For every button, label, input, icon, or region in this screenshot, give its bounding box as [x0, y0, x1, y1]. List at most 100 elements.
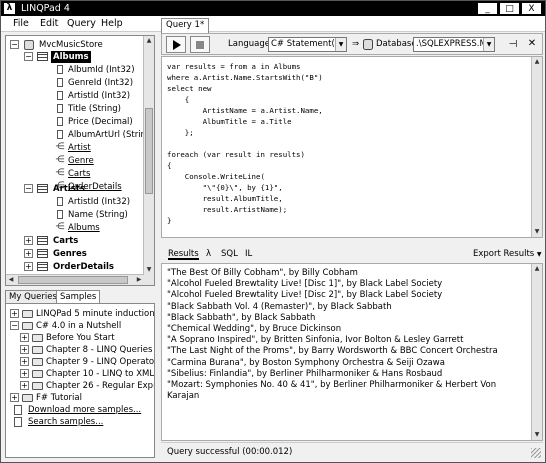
scroll-up-arrow-icon[interactable]: ▲	[144, 36, 154, 46]
query-tab-strip: Query 1*	[161, 18, 543, 33]
export-results-button[interactable]: Export Results ▼	[473, 248, 542, 260]
table-name: Genres	[53, 249, 87, 259]
code-line: AlbumTitle = a.Title	[167, 117, 292, 126]
database-name: MvcMusicStore	[39, 40, 103, 50]
menu-edit[interactable]: Edit	[40, 18, 58, 30]
collapse-toggle[interactable]: −	[10, 40, 19, 49]
table-icon	[37, 249, 48, 258]
table-icon	[37, 52, 48, 61]
column-icon	[57, 91, 63, 100]
tree-toggle[interactable]: +	[20, 333, 29, 342]
tree-toggle[interactable]: +	[10, 309, 19, 318]
tab-sql[interactable]: SQL	[221, 248, 238, 260]
chevron-down-icon: ▼	[536, 251, 542, 258]
chevron-down-icon: ▼	[335, 38, 346, 51]
tree-node-label: Artist	[68, 143, 91, 153]
tab-il[interactable]: IL	[245, 248, 252, 260]
sample-label: F# Tutorial	[36, 393, 82, 403]
resize-grip-icon[interactable]	[531, 448, 541, 458]
tree-node-label: Name (String)	[68, 210, 128, 220]
minimize-button[interactable]: _	[477, 2, 498, 15]
tree-toggle[interactable]: +	[20, 369, 29, 378]
export-results-label: Export Results	[473, 249, 535, 259]
scroll-up-arrow-icon[interactable]: ▲	[532, 57, 542, 67]
table-name-artists: Artists	[53, 184, 85, 194]
table-icon	[37, 184, 48, 193]
tree-toggle[interactable]: +	[20, 381, 29, 390]
tree-node-label: AlbumArtUrl (String)	[68, 130, 155, 140]
code-line: "\"{0}\", by {1}",	[167, 183, 283, 192]
run-query-button[interactable]	[166, 36, 186, 53]
database-icon	[363, 39, 373, 50]
results-vertical-scrollbar[interactable]: ▲ ▼	[531, 264, 542, 440]
result-line: "A Soprano Inspired", by Britten Sinfoni…	[167, 335, 464, 346]
expand-toggle[interactable]: +	[24, 249, 33, 258]
folder-icon	[32, 370, 43, 378]
scroll-up-arrow-icon[interactable]: ▲	[532, 264, 542, 274]
collapse-toggle[interactable]: −	[24, 184, 33, 193]
sample-label: Before You Start	[46, 333, 115, 343]
status-bar: Query successful (00:00.012)	[161, 442, 543, 460]
code-line: };	[167, 128, 194, 137]
document-icon	[14, 417, 22, 427]
scroll-thumb[interactable]	[18, 276, 128, 284]
scroll-down-arrow-icon[interactable]: ▼	[532, 227, 542, 237]
tree-node-label: Albums	[68, 223, 100, 233]
tab-results[interactable]: Results	[168, 248, 199, 260]
tree-toggle[interactable]: +	[20, 357, 29, 366]
menu-query[interactable]: Query	[67, 18, 96, 30]
tree-horizontal-scrollbar[interactable]: ◀ ▶	[6, 274, 144, 285]
expand-toggle[interactable]: +	[24, 236, 33, 245]
sample-label: Search samples...	[28, 417, 104, 427]
code-line: ArtistName = a.Artist.Name,	[167, 106, 323, 115]
database-label: Database	[376, 39, 417, 49]
tree-vertical-scrollbar[interactable]: ▲ ▼	[143, 36, 154, 285]
editor-vertical-scrollbar[interactable]: ▲ ▼	[531, 57, 542, 237]
results-tab-strip: Results λ SQL IL Export Results ▼	[161, 246, 543, 262]
tree-toggle[interactable]: +	[20, 345, 29, 354]
database-arrow: ⇒	[352, 39, 360, 49]
folder-icon	[32, 358, 43, 366]
menu-file[interactable]: File	[13, 18, 29, 30]
language-select[interactable]: C# Statement(s) ▼	[268, 37, 347, 52]
linqpad-app-icon: λ	[4, 3, 15, 14]
stop-icon	[196, 41, 204, 49]
menu-help[interactable]: Help	[101, 18, 123, 30]
tree-toggle[interactable]: −	[10, 321, 19, 330]
code-editor[interactable]: var results = from a in Albums where a.Ar…	[161, 56, 543, 238]
scroll-right-arrow-icon[interactable]: ▶	[134, 275, 144, 285]
scroll-down-arrow-icon[interactable]: ▼	[144, 265, 154, 275]
folder-icon	[32, 382, 43, 390]
menu-file-label: File	[13, 18, 29, 29]
menu-help-label: Help	[101, 18, 123, 29]
pin-icon[interactable]: ⊣	[506, 37, 520, 52]
scroll-down-arrow-icon[interactable]: ▼	[532, 430, 542, 440]
stop-query-button[interactable]	[190, 36, 210, 53]
database-select[interactable]: .\SQLEXPRESS.Mvc ▼	[413, 37, 495, 52]
result-line: "Alcohol Fueled Brewtality Live! [Disc 1…	[167, 279, 443, 290]
close-query-icon[interactable]: ✕	[526, 36, 538, 51]
scroll-left-arrow-icon[interactable]: ◀	[6, 275, 16, 285]
maximize-button[interactable]: □	[499, 2, 520, 15]
editor-results-splitter[interactable]	[161, 239, 543, 245]
collapse-toggle[interactable]: −	[24, 52, 33, 61]
tree-node-label: ArtistId (Int32)	[68, 91, 131, 101]
code-line: foreach (var result in results)	[167, 150, 305, 159]
tab-my-queries[interactable]: My Queries	[5, 290, 61, 304]
code-line: where a.Artist.Name.StartsWith("B")	[167, 73, 323, 82]
scroll-thumb[interactable]	[145, 108, 153, 194]
tab-lambda[interactable]: λ	[206, 248, 211, 260]
result-line: "Sibelius: Finlandia", by Berliner Philh…	[167, 368, 443, 379]
tab-samples[interactable]: Samples	[56, 290, 101, 304]
close-button[interactable]: X	[521, 2, 542, 15]
tab-query-1[interactable]: Query 1*	[161, 18, 210, 33]
folder-icon	[22, 322, 33, 330]
tree-toggle[interactable]: +	[10, 393, 19, 402]
table-name-albums: Albums	[51, 51, 91, 63]
code-line: select new	[167, 84, 212, 93]
folder-icon	[32, 334, 43, 342]
play-icon	[173, 40, 181, 50]
table-name: Carts	[53, 236, 79, 246]
relationship-icon: ⋲	[55, 168, 65, 178]
expand-toggle[interactable]: +	[24, 262, 33, 271]
